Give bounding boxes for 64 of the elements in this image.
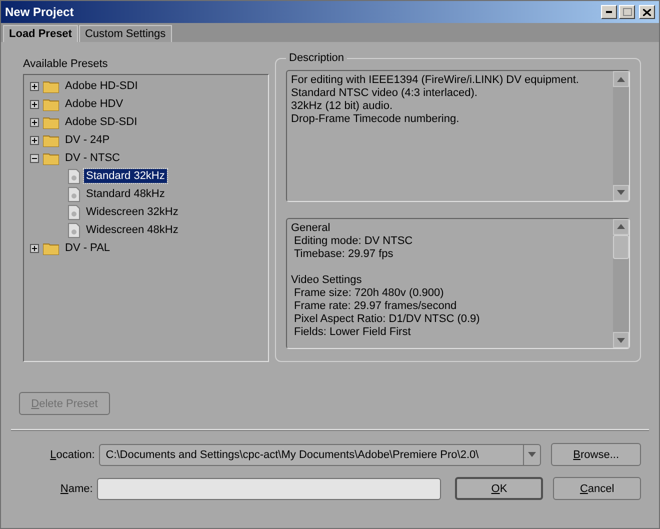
document-icon [68, 186, 80, 202]
description-line: For editing with IEEE1394 (FireWire/i.LINK) DV equipment. [291, 74, 580, 87]
up-arrow-icon[interactable] [617, 76, 625, 82]
up-arrow-icon[interactable] [617, 224, 625, 229]
folder-icon [43, 80, 59, 92]
details-text-area[interactable]: General Editing mode: DV NTSC Timebase: 29.97 fps Video Settings Frame size: 720h 480v (0.900) Frame rate: 29.97 frames/second Pixel Aspect Ratio: D1/DV NTSC (0.9) Fields: Lower Field First [286, 218, 630, 349]
tree-item[interactable]: Widescreen 32kHz [84, 205, 180, 219]
name-label: Name: [59, 482, 93, 494]
location-label: Location: [49, 448, 95, 460]
folder-icon [43, 242, 59, 254]
presets-label: Available Presets [23, 58, 109, 70]
close-icon[interactable] [643, 8, 651, 16]
details-line: Frame rate: 29.97 frames/second [293, 300, 458, 312]
expand-icon[interactable] [30, 244, 39, 252]
description-label: Description [288, 52, 346, 64]
ok-button[interactable]: OK [455, 477, 544, 500]
maximize-button[interactable] [619, 5, 635, 19]
details-line: Timebase: 29.97 fps [293, 248, 394, 260]
expand-icon[interactable] [30, 118, 39, 126]
tree-item[interactable]: DV - 24P [63, 133, 112, 147]
tree-item[interactable]: Standard 48kHz [84, 187, 167, 201]
scrollbar[interactable] [613, 71, 629, 200]
browse-button[interactable]: Browse... [551, 443, 641, 466]
tab[interactable]: Load Preset [3, 25, 78, 42]
tab[interactable]: Custom Settings [78, 25, 172, 42]
tree-item[interactable]: Adobe HDV [63, 97, 126, 111]
details-line: Frame size: 720h 480v (0.900) [293, 286, 445, 300]
document-icon [68, 168, 80, 184]
minimize-button[interactable] [601, 5, 617, 19]
expand-icon[interactable] [30, 136, 39, 144]
tree-item[interactable]: DV - PAL [63, 241, 112, 255]
details-heading: Video Settings [291, 274, 363, 286]
description-text-area[interactable]: For editing with IEEE1394 (FireWire/i.LINK) DV equipment. Standard NTSC video (4:3 interlaced). 32kHz (12 bit) audio. Drop-Frame Timecode numbering. [286, 70, 630, 202]
tree-item[interactable]: Standard 32kHz [84, 169, 167, 183]
tree-item[interactable]: Adobe SD-SDI [63, 115, 140, 129]
details-heading: General [291, 222, 332, 234]
description-line: Standard NTSC video (4:3 interlaced). [291, 87, 478, 100]
down-arrow-icon[interactable] [528, 452, 536, 457]
expand-icon[interactable] [30, 100, 39, 108]
expand-icon[interactable] [30, 82, 39, 90]
details-line: Fields: Lower Field First [293, 326, 412, 338]
tree-item[interactable]: DV - NTSC [63, 151, 122, 165]
scrollbar[interactable] [613, 218, 629, 348]
details-line: Pixel Aspect Ratio: D1/DV NTSC (0.9) [293, 312, 481, 326]
folder-icon [43, 98, 59, 110]
scroll-thumb[interactable] [613, 234, 629, 258]
down-arrow-icon[interactable] [617, 190, 625, 195]
tree-item[interactable]: Adobe HD-SDI [63, 79, 140, 93]
window-title: New Project [5, 5, 74, 19]
close-button[interactable] [639, 5, 655, 19]
folder-icon [43, 134, 59, 146]
document-icon [68, 204, 80, 220]
document-icon [68, 222, 80, 238]
description-line: Drop-Frame Timecode numbering. [291, 113, 460, 126]
folder-icon [43, 116, 59, 128]
details-line: Editing mode: DV NTSC [293, 234, 414, 248]
location-dropdown[interactable]: C:\Documents and Settings\cpc-act\My Documents\Adobe\Premiere Pro\2.0\ [98, 444, 542, 466]
description-line: 32kHz (12 bit) audio. [291, 100, 394, 113]
collapse-icon[interactable] [30, 154, 39, 162]
tree-item[interactable]: Widescreen 48kHz [84, 223, 180, 237]
folder-icon [43, 152, 59, 164]
down-arrow-icon[interactable] [617, 338, 625, 342]
name-field[interactable] [96, 478, 442, 500]
cancel-button[interactable]: Cancel [553, 477, 642, 500]
